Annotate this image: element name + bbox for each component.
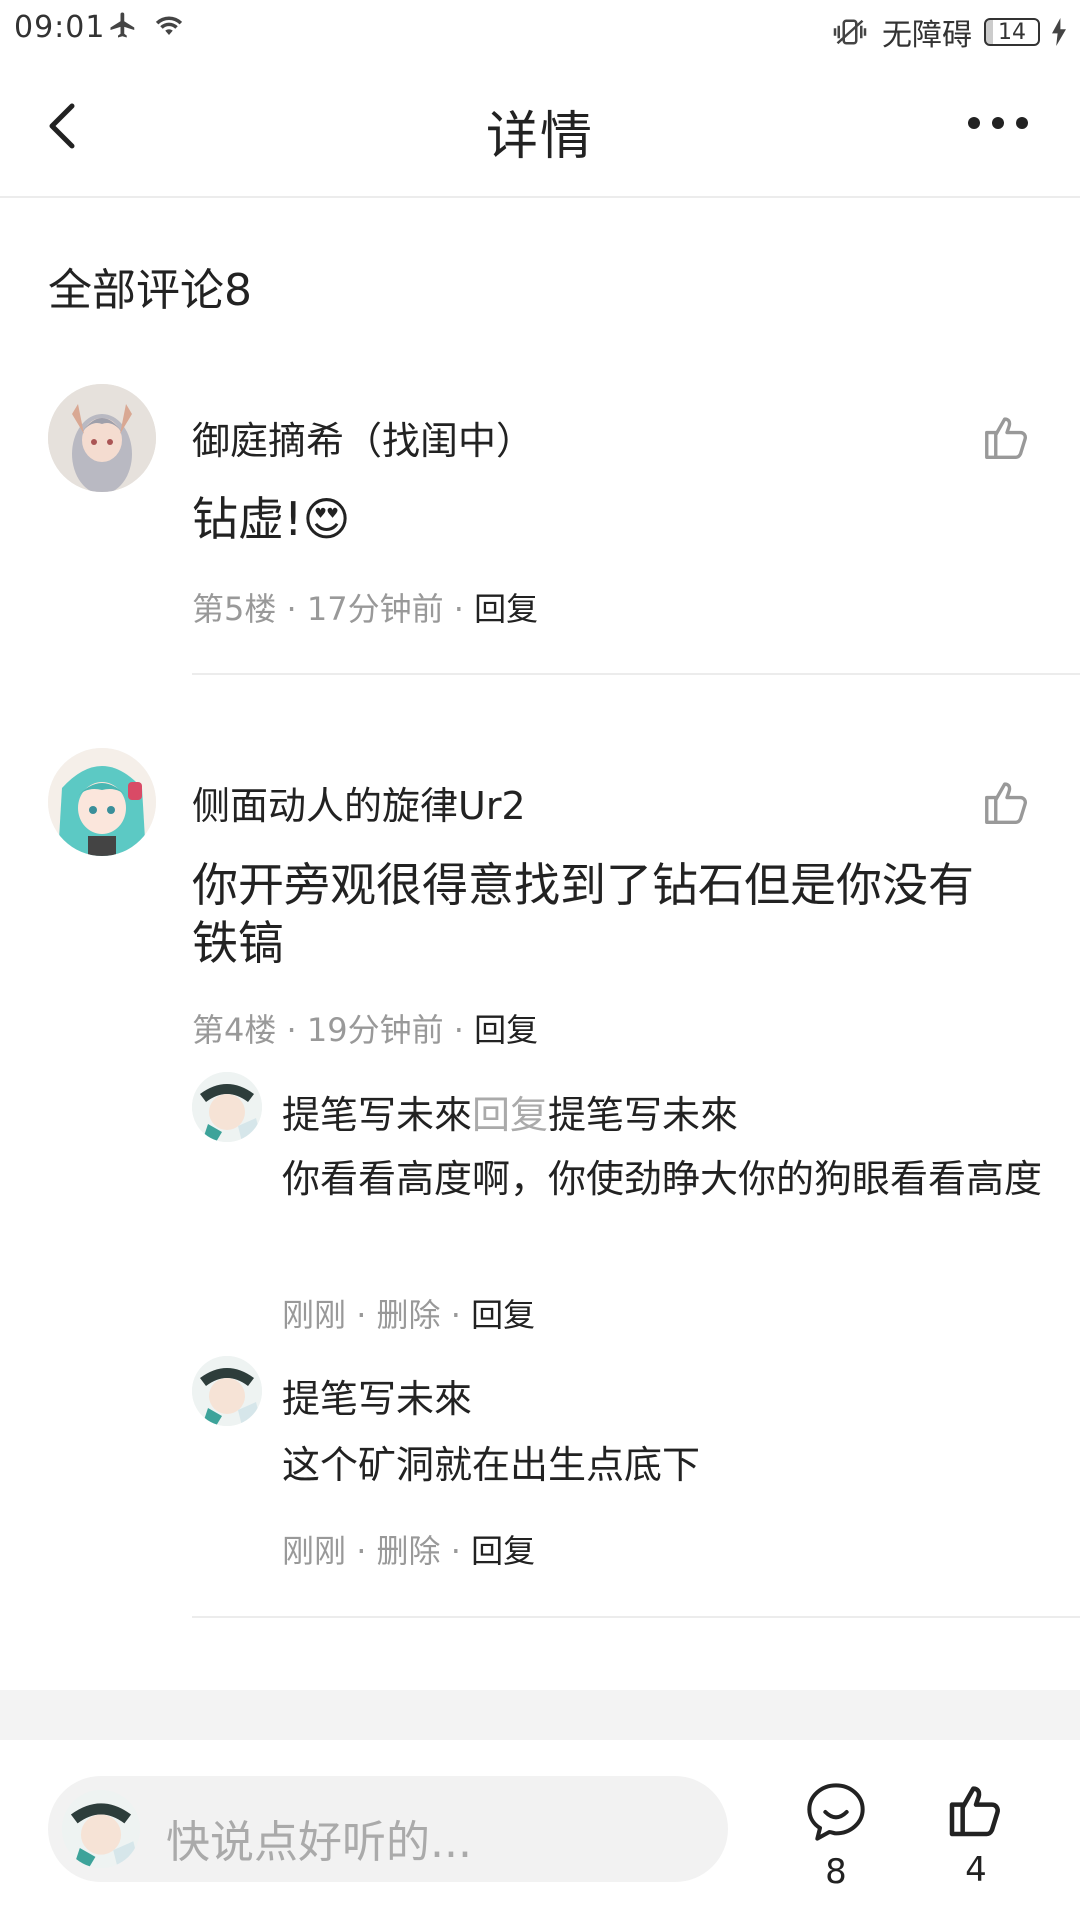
reply-button[interactable]: 回复 (471, 1532, 535, 1570)
reply-text: 你看看高度啊，你使劲睁大你的狗眼看看高度 (282, 1157, 1043, 1201)
delete-button[interactable]: 删除 (377, 1532, 441, 1570)
reply-time: 刚刚 (282, 1296, 347, 1334)
comment-meta: 第4楼 · 19分钟前 · 回复 (192, 1005, 538, 1051)
separator: · (356, 1296, 367, 1334)
status-time: 09:01 (14, 10, 106, 45)
comment-text-line: 铁镐 (192, 916, 284, 970)
divider (192, 673, 1080, 675)
comment-author[interactable]: 御庭摘希（找闺中） (192, 410, 534, 465)
comment-text: 钻虚!😍 (192, 492, 351, 546)
separator: · (286, 1011, 297, 1049)
my-avatar (62, 1790, 140, 1868)
separator: · (286, 590, 297, 628)
like-count: 4 (965, 1850, 987, 1890)
reply-author[interactable]: 提笔写未來 (282, 1368, 472, 1423)
separator: · (450, 1296, 461, 1334)
comment-text-line: 你开旁观很得意找到了钻石但是你没有 (192, 858, 974, 912)
charging-icon (1052, 18, 1066, 46)
reply-author[interactable]: 提笔写未來 (282, 1093, 472, 1137)
comment-button[interactable] (804, 1780, 868, 1844)
airplane-icon (110, 12, 135, 38)
input-placeholder: 快说点好听的... (166, 1817, 472, 1868)
thumbs-up-icon (949, 1786, 1000, 1837)
reply-text: 这个矿洞就在出生点底下 (282, 1443, 701, 1487)
comment-text: 你开旁观很得意找到了钻石但是你没有 铁镐 (192, 856, 1012, 972)
comment-author[interactable]: 侧面动人的旋律Ur2 (192, 775, 526, 830)
separator: · (356, 1532, 367, 1570)
thumbs-up-icon (985, 417, 1027, 459)
avatar[interactable] (48, 748, 156, 856)
comment-bubble-icon (807, 1783, 865, 1841)
reply-avatar[interactable] (192, 1072, 262, 1142)
reply-avatar[interactable] (192, 1356, 262, 1426)
nav-bar: 详情 (0, 58, 1080, 198)
vibrate-icon (833, 19, 867, 45)
avatar[interactable] (48, 384, 156, 492)
reply-header: 提笔写未來回复提笔写未來 (282, 1084, 738, 1139)
separator: · (450, 1532, 461, 1570)
reply-button[interactable]: 回复 (474, 590, 538, 628)
comment-input[interactable]: 快说点好听的... (48, 1776, 728, 1882)
like-button[interactable] (944, 1778, 1008, 1842)
separator: · (453, 590, 464, 628)
section-spacer (0, 1690, 1080, 1740)
delete-button[interactable]: 删除 (377, 1296, 441, 1334)
page-title: 详情 (485, 107, 594, 167)
comment-time: 17分钟前 (306, 590, 444, 628)
like-button[interactable] (980, 775, 1034, 829)
reply-meta: 刚刚 · 删除 · 回复 (282, 1290, 535, 1336)
reply-time: 刚刚 (282, 1532, 347, 1570)
thumbs-up-icon (985, 782, 1027, 824)
comments-count-header: 全部评论8 (48, 265, 252, 316)
comment-count: 8 (825, 1852, 847, 1892)
reply-meta: 刚刚 · 删除 · 回复 (282, 1526, 535, 1572)
status-bar: 09:01 无障碍 14 (0, 0, 1080, 58)
bottom-bar: 快说点好听的... 8 4 (0, 1740, 1080, 1920)
battery-indicator: 14 (984, 18, 1040, 46)
more-icon (962, 114, 1034, 133)
reply-button[interactable]: 回复 (474, 1011, 538, 1049)
accessibility-label: 无障碍 (882, 18, 972, 53)
battery-level: 14 (998, 19, 1026, 45)
separator: · (453, 1011, 464, 1049)
reply-connector: 回复 (472, 1093, 549, 1137)
floor-label: 第4楼 (192, 1011, 277, 1049)
comment-time: 19分钟前 (306, 1011, 444, 1049)
floor-label: 第5楼 (192, 590, 277, 628)
reply-target[interactable]: 提笔写未來 (548, 1093, 738, 1137)
divider (192, 1616, 1080, 1618)
more-button[interactable] (962, 114, 1042, 140)
reply-button[interactable]: 回复 (471, 1296, 535, 1334)
like-button[interactable] (980, 410, 1034, 464)
comment-meta: 第5楼 · 17分钟前 · 回复 (192, 584, 538, 630)
wifi-icon (155, 16, 183, 35)
